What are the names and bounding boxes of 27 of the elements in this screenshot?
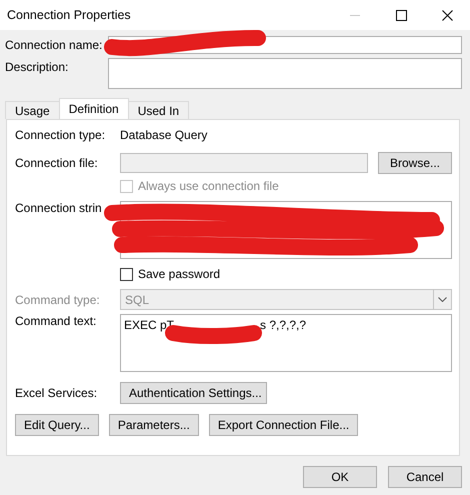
- description-label: Description:: [5, 59, 70, 76]
- tab[interactable]: Used In: [128, 101, 190, 119]
- dialog-button[interactable]: Cancel: [388, 466, 462, 488]
- authentication-settings-button[interactable]: Authentication Settings...: [120, 382, 267, 404]
- command-type-label: Command type:: [15, 292, 101, 306]
- query-action-button[interactable]: Export Connection File...: [208, 414, 358, 436]
- save-password-checkbox[interactable]: [120, 268, 133, 280]
- tab[interactable]: Definition: [58, 98, 129, 119]
- excel-services-label: Excel Services:: [15, 386, 98, 400]
- save-password-label: Save password: [138, 267, 220, 281]
- query-action-button[interactable]: Edit Query...: [15, 414, 99, 436]
- connection-type-value: Database Query: [120, 128, 208, 142]
- chevron-down-icon: [438, 297, 447, 302]
- window-title: Connection Properties: [7, 8, 132, 22]
- connection-type-label: Connection type:: [15, 128, 106, 142]
- query-action-button[interactable]: Parameters...: [108, 414, 199, 436]
- always-use-file-label: Always use connection file: [138, 179, 279, 193]
- connection-string-label: Connection strin: [15, 201, 103, 215]
- description-field[interactable]: [108, 58, 462, 89]
- dialog-button[interactable]: OK: [303, 466, 377, 488]
- command-text-label: Command text:: [15, 314, 98, 328]
- tab[interactable]: Usage: [5, 101, 60, 119]
- command-text-fragment: s ?,?,?,?: [260, 318, 306, 334]
- close-icon[interactable]: [442, 10, 452, 20]
- connection-name-label: Connection name:: [5, 37, 104, 54]
- maximize-icon[interactable]: [396, 10, 406, 20]
- connection-file-label: Connection file:: [15, 156, 99, 170]
